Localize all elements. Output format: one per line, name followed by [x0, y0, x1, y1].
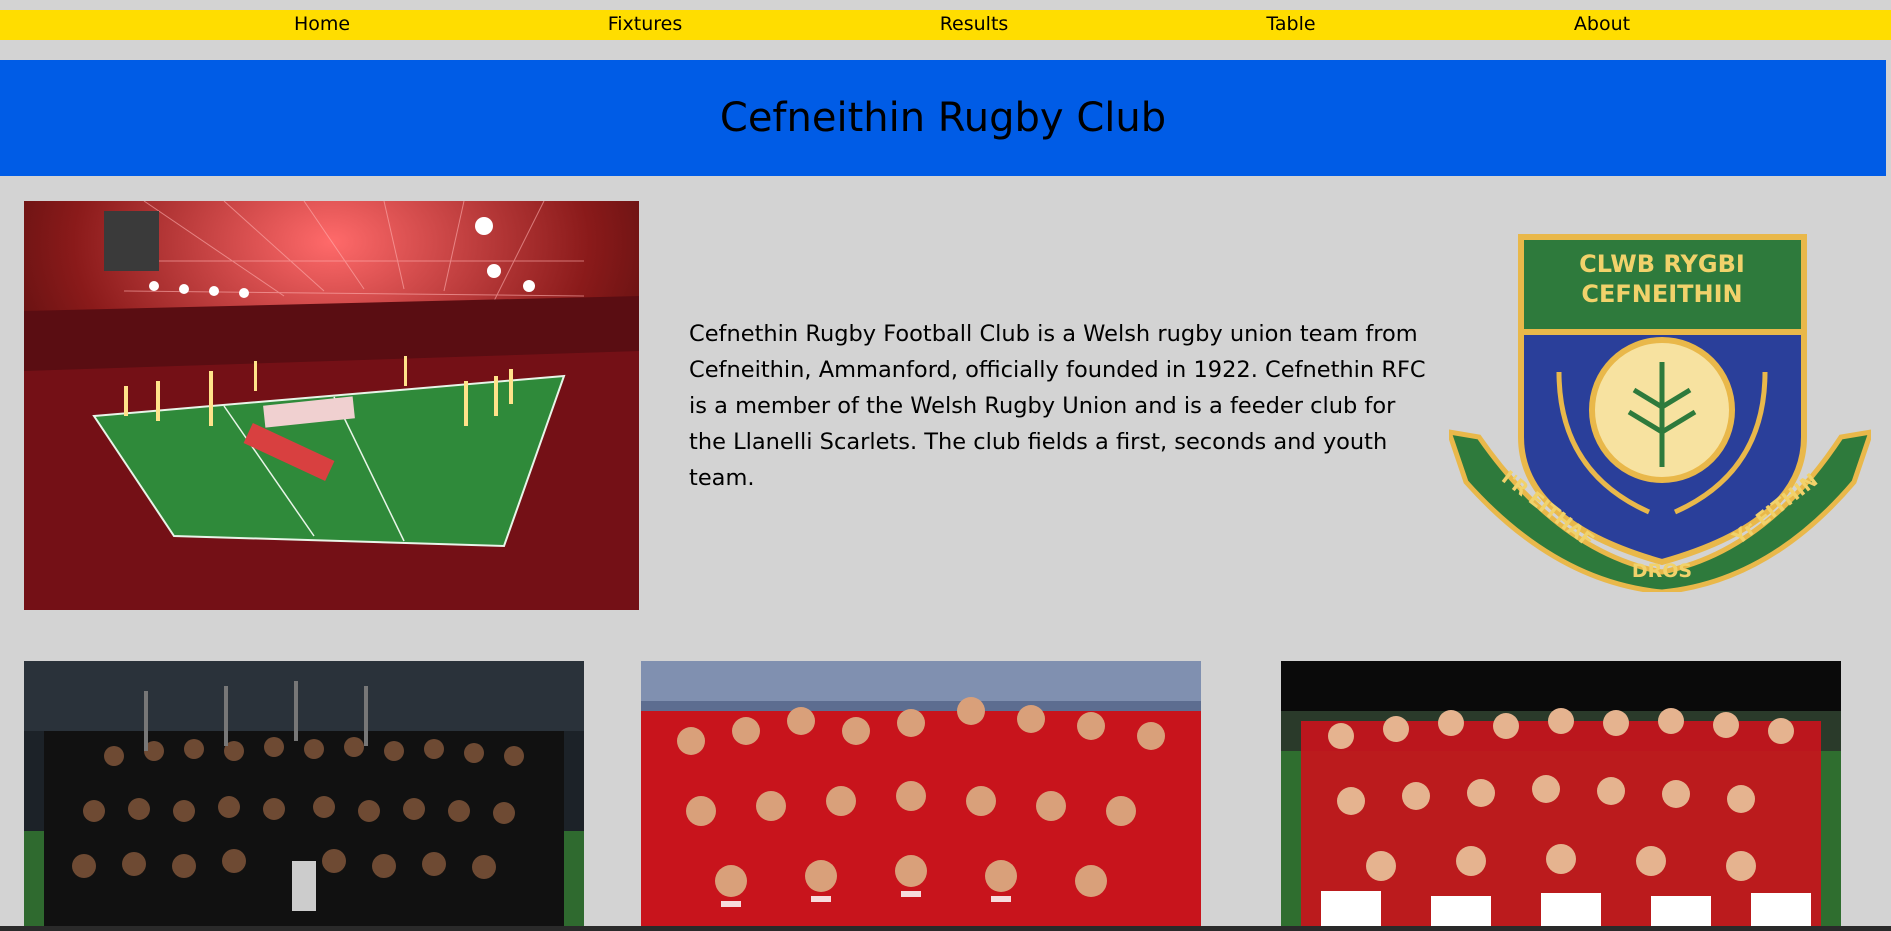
top-gap [0, 0, 1891, 10]
wales-celebration-photo [641, 661, 1201, 931]
nav-about[interactable]: About [1574, 13, 1630, 35]
club-crest-logo: CLWB RYGBI CEFNEITHIN I'R EITHAF DROS Yr… [1445, 232, 1875, 595]
crest-text-top: CLWB RYGBI [1579, 250, 1745, 278]
nav-table[interactable]: Table [1266, 13, 1315, 35]
crest-motto-center: DROS [1632, 560, 1692, 582]
stadium-photo [24, 201, 639, 610]
bottom-edge [0, 926, 1891, 931]
crest-text-second: CEFNEITHIN [1581, 280, 1742, 308]
all-blacks-team-photo [24, 661, 584, 931]
nav-home[interactable]: Home [294, 13, 350, 35]
main-nav: Home Fixtures Results Table About [0, 10, 1891, 40]
club-description: Cefnethin Rugby Football Club is a Welsh… [689, 321, 1426, 491]
nav-fixtures[interactable]: Fixtures [608, 13, 683, 35]
site-banner: Cefneithin Rugby Club [0, 60, 1886, 176]
page-title: Cefneithin Rugby Club [719, 95, 1167, 141]
nav-results[interactable]: Results [940, 13, 1009, 35]
wales-u20-team-photo [1281, 661, 1841, 931]
